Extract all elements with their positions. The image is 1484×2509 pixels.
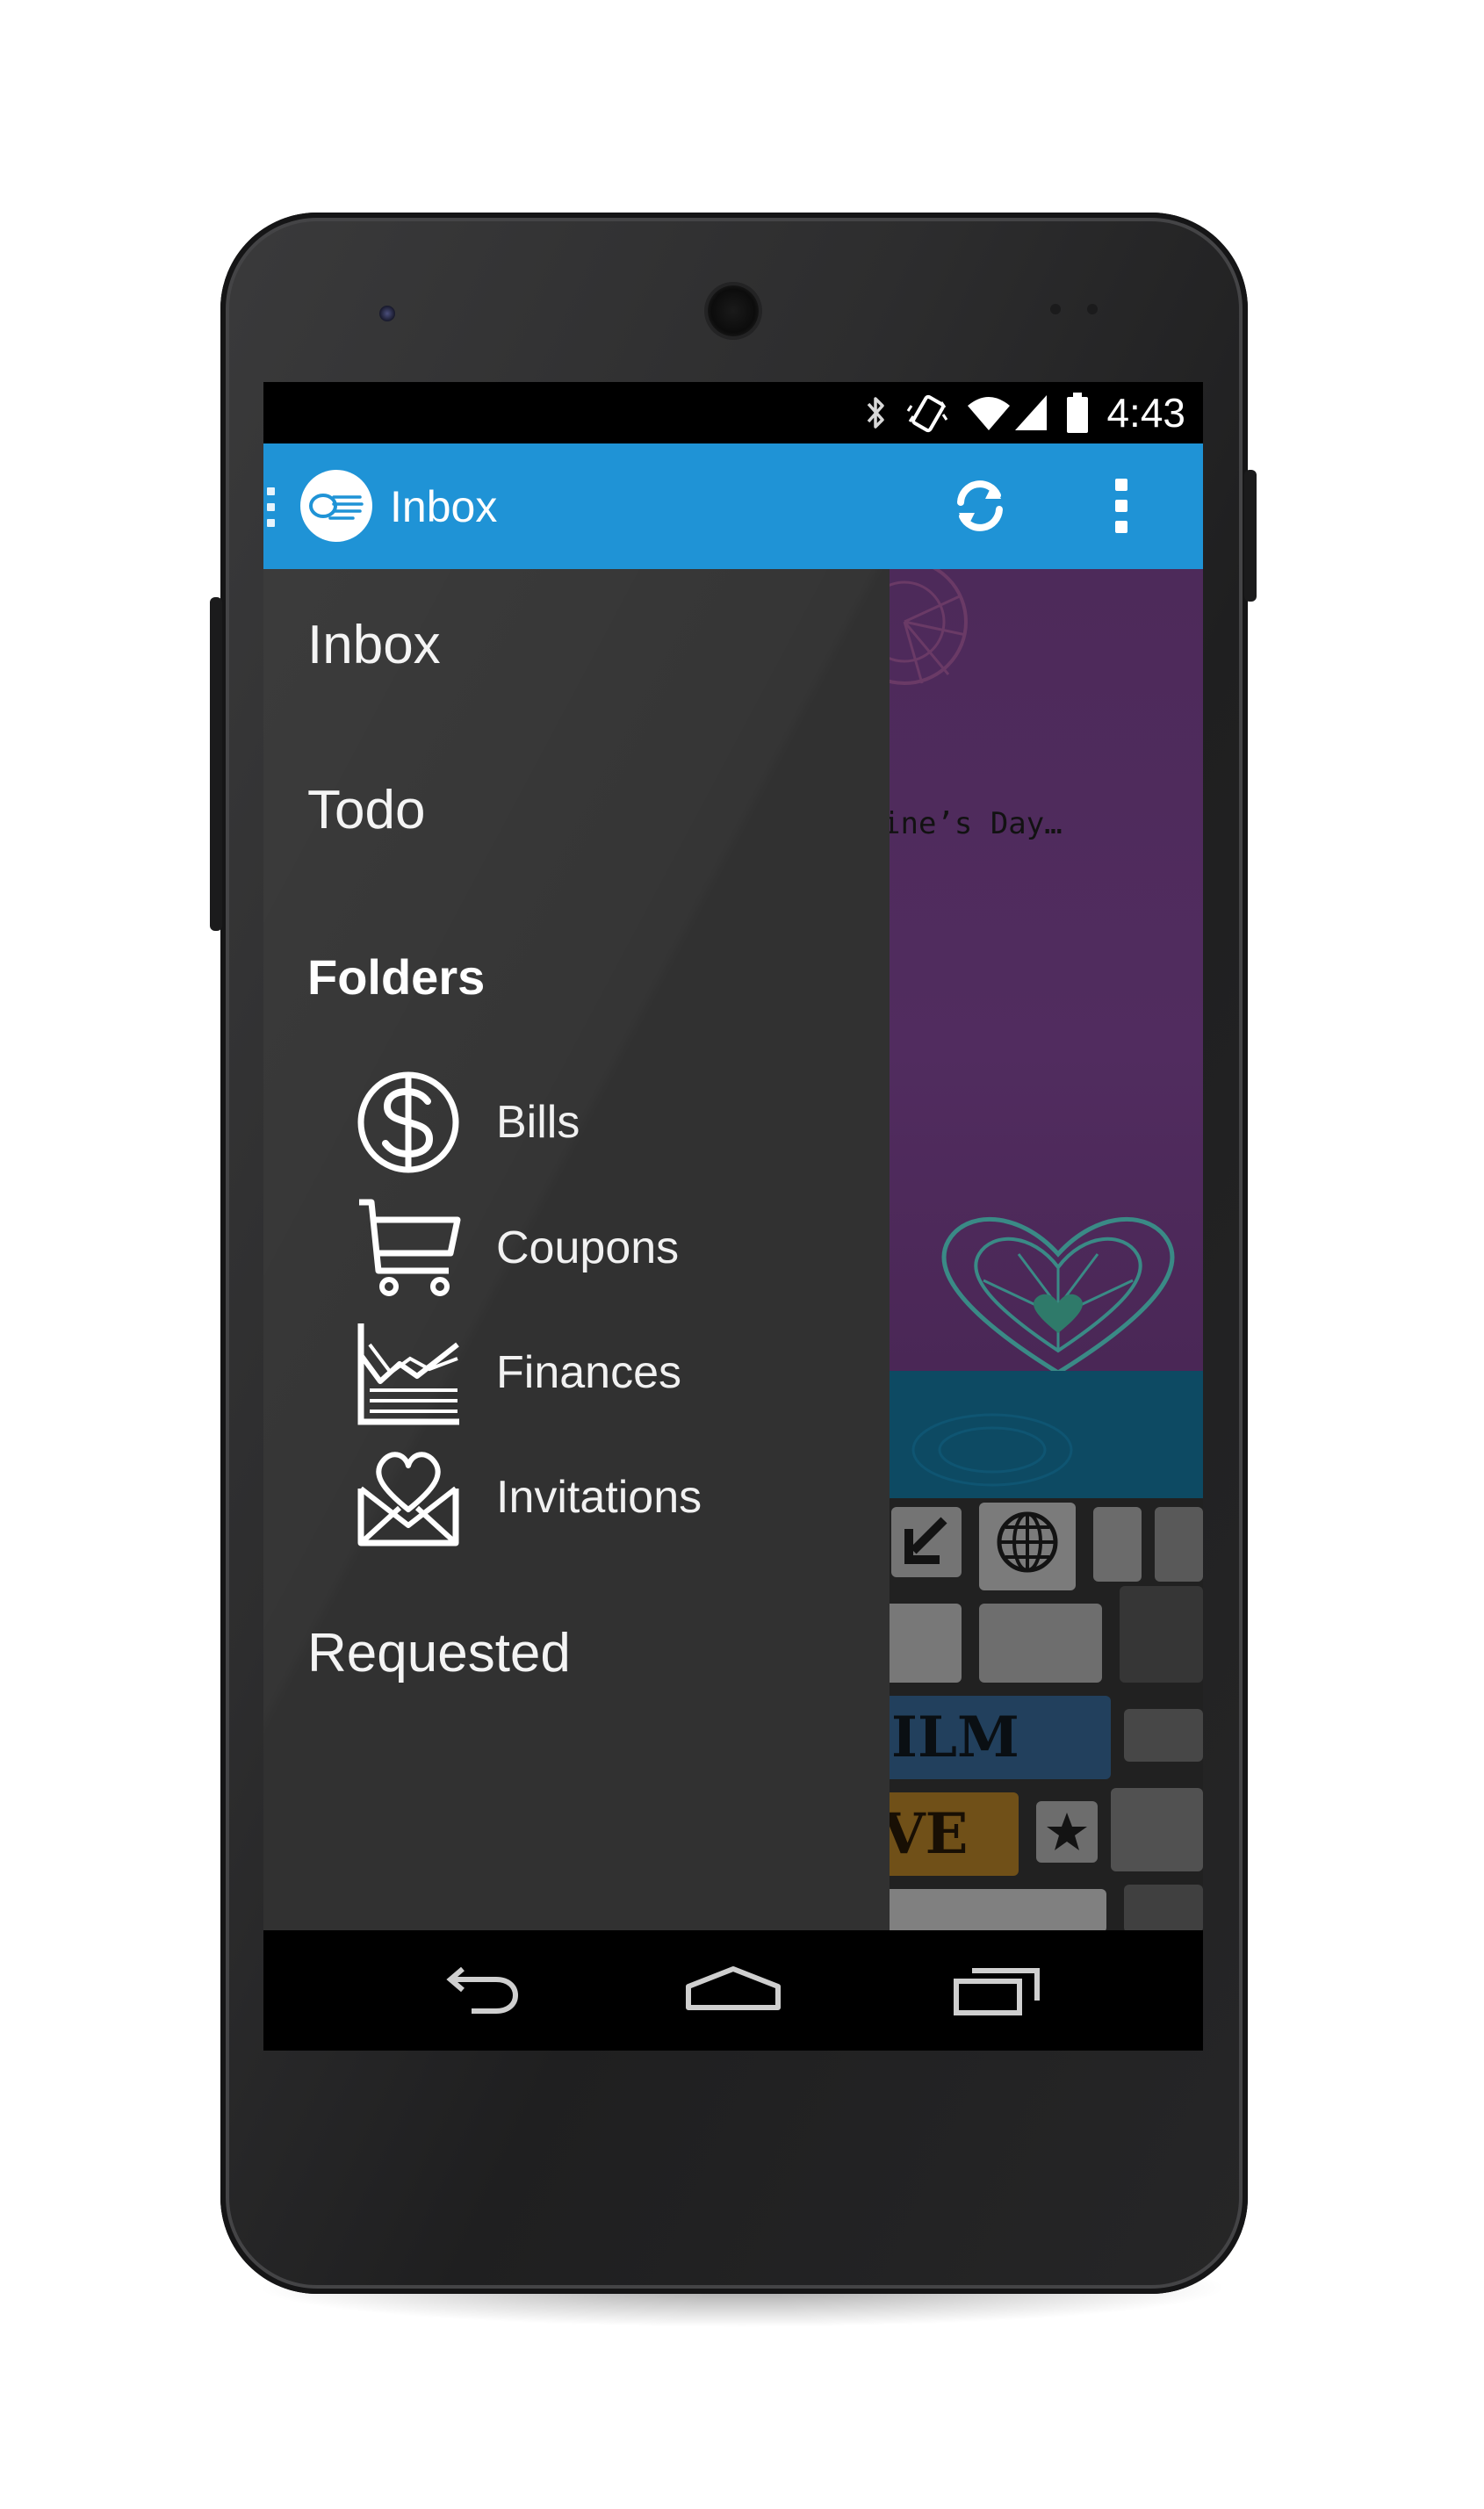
drawer-item-inbox[interactable]: Inbox: [307, 610, 441, 681]
heart-decoration-icon: [941, 1216, 1175, 1375]
folders-header: Folders: [307, 949, 486, 1005]
folder-item-invitations[interactable]: Invitations: [356, 1440, 847, 1554]
bluetooth-icon: [868, 397, 885, 429]
app-bar: Inbox: [263, 443, 1203, 569]
volume-button: [210, 597, 222, 931]
system-navigation-bar: [263, 1930, 1203, 2051]
dollar-icon: [357, 1071, 459, 1173]
status-time: 4:43: [1106, 390, 1185, 436]
folder-item-coupons[interactable]: Coupons: [356, 1191, 847, 1305]
proximity-sensor: [1050, 304, 1061, 314]
folder-item-bills[interactable]: Bills: [356, 1065, 847, 1179]
home-icon[interactable]: [685, 1955, 782, 2025]
status-bar: 4:43: [263, 382, 1203, 443]
battery-icon: [1067, 393, 1089, 433]
overflow-menu-icon[interactable]: [1111, 479, 1132, 535]
app-logo-icon[interactable]: [300, 470, 372, 542]
recents-icon[interactable]: [953, 1955, 1049, 2025]
shopping-cart-icon: [359, 1199, 461, 1296]
mail-snippet: ine’s Day…: [882, 806, 1063, 841]
light-sensor: [1087, 304, 1098, 314]
chart-icon: [357, 1323, 459, 1425]
folder-label-finances: Finances: [496, 1347, 681, 1398]
vibrate-icon: [907, 394, 948, 433]
folder-label-bills: Bills: [496, 1097, 580, 1148]
folder-item-finances[interactable]: Finances: [356, 1316, 847, 1430]
back-icon[interactable]: [426, 1955, 522, 2025]
screen: 4:43 Inbox ine’s Day… ILM VE Inbox Todo …: [263, 382, 1203, 2051]
folder-label-invitations: Invitations: [496, 1472, 702, 1523]
drawer-item-requested[interactable]: Requested: [307, 1619, 571, 1689]
refresh-icon[interactable]: [948, 474, 1012, 537]
signal-icon: [1015, 395, 1048, 430]
earpiece-speaker: [708, 285, 759, 336]
heart-envelope-icon: [357, 1452, 459, 1546]
wifi-icon: [968, 397, 1011, 430]
wood-grain-icon: [911, 1413, 1073, 1487]
app-title: Inbox: [390, 482, 498, 531]
front-camera: [379, 306, 395, 321]
folder-label-coupons: Coupons: [496, 1222, 680, 1273]
drawer-indicator-icon[interactable]: [267, 487, 275, 535]
navigation-drawer: Inbox Todo Folders Bills Coupons Finance…: [263, 569, 890, 1930]
power-button: [1244, 470, 1257, 602]
drawer-item-todo[interactable]: Todo: [307, 775, 425, 846]
